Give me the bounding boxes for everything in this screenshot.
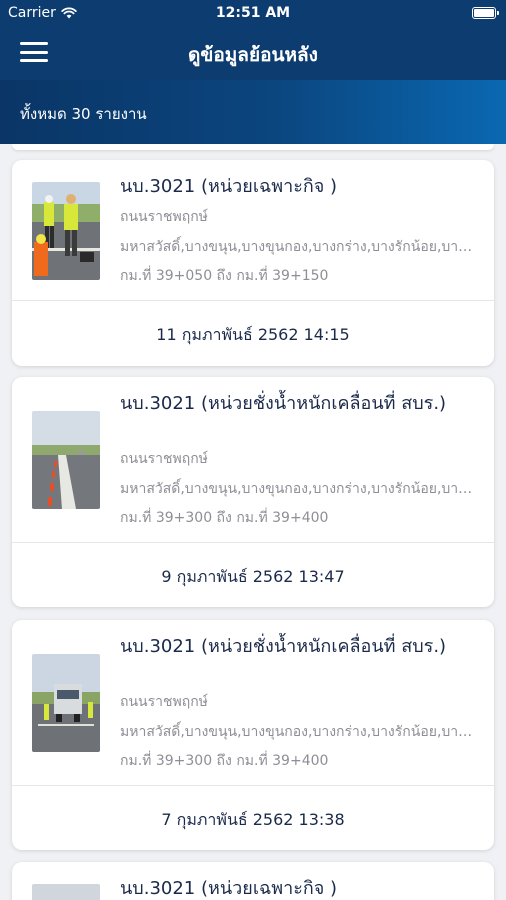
- status-bar: Carrier 12:51 AM: [0, 0, 506, 28]
- report-photo: [32, 884, 100, 900]
- previous-card-edge: [12, 144, 494, 150]
- report-card[interactable]: นบ.3021 (หน่วยเฉพาะกิจ ): [12, 862, 494, 900]
- report-count: ทั้งหมด 30 รายงาน: [20, 105, 147, 123]
- report-thumbnail[interactable]: [32, 884, 100, 900]
- weighing-truck-photo: [32, 654, 100, 752]
- highway-cones-photo: [32, 411, 100, 509]
- report-date: 9 กุมภาพันธ์ 2562 13:47: [161, 567, 345, 586]
- report-card[interactable]: นบ.3021 (หน่วยชั่งน้ำหนักเคลื่อนที่ สบร.…: [12, 620, 494, 850]
- report-road: ถนนราชพฤกษ์: [120, 451, 208, 467]
- report-road: ถนนราชพฤกษ์: [120, 694, 208, 710]
- report-date: 11 กุมภาพันธ์ 2562 14:15: [156, 325, 350, 344]
- report-thumbnail[interactable]: [32, 654, 100, 752]
- report-card[interactable]: นบ.3021 (หน่วยเฉพาะกิจ ) ถนนราชพฤกษ์ มหา…: [12, 160, 494, 366]
- report-km-range: กม.ที่ 39+300 ถึง กม.ที่ 39+400: [120, 753, 329, 769]
- report-km-range: กม.ที่ 39+050 ถึง กม.ที่ 39+150: [120, 268, 329, 284]
- battery-icon: [472, 7, 499, 19]
- nav-bar: ดูข้อมูลย้อนหลัง: [0, 28, 506, 80]
- report-title: นบ.3021 (หน่วยชั่งน้ำหนักเคลื่อนที่ สบร.…: [120, 393, 447, 414]
- report-title: นบ.3021 (หน่วยเฉพาะกิจ ): [120, 878, 338, 899]
- report-title: นบ.3021 (หน่วยเฉพาะกิจ ): [120, 176, 338, 197]
- report-date: 7 กุมภาพันธ์ 2562 13:38: [161, 810, 345, 829]
- report-area: มหาสวัสดิ์,บางขนุน,บางขุนกอง,บางกร่าง,บา…: [120, 481, 478, 497]
- road-workers-photo: [32, 182, 100, 280]
- report-area: มหาสวัสดิ์,บางขนุน,บางขุนกอง,บางกร่าง,บา…: [120, 239, 478, 255]
- report-thumbnail[interactable]: [32, 411, 100, 509]
- report-list[interactable]: นบ.3021 (หน่วยเฉพาะกิจ ) ถนนราชพฤกษ์ มหา…: [0, 144, 506, 900]
- card-divider: [12, 785, 494, 786]
- report-title: นบ.3021 (หน่วยชั่งน้ำหนักเคลื่อนที่ สบร.…: [120, 636, 447, 657]
- app-header: Carrier 12:51 AM ดูข้อมูลย้อนหลัง: [0, 0, 506, 80]
- report-card[interactable]: นบ.3021 (หน่วยชั่งน้ำหนักเคลื่อนที่ สบร.…: [12, 377, 494, 607]
- report-area: มหาสวัสดิ์,บางขนุน,บางขุนกอง,บางกร่าง,บา…: [120, 724, 478, 740]
- battery-level: [474, 9, 494, 17]
- status-time: 12:51 AM: [215, 5, 291, 21]
- report-road: ถนนราชพฤกษ์: [120, 209, 208, 225]
- card-divider: [12, 542, 494, 543]
- page-title: ดูข้อมูลย้อนหลัง: [188, 44, 318, 66]
- card-divider: [12, 300, 494, 301]
- report-km-range: กม.ที่ 39+300 ถึง กม.ที่ 39+400: [120, 510, 329, 526]
- report-thumbnail[interactable]: [32, 182, 100, 280]
- report-summary-bar: ทั้งหมด 30 รายงาน: [0, 80, 506, 144]
